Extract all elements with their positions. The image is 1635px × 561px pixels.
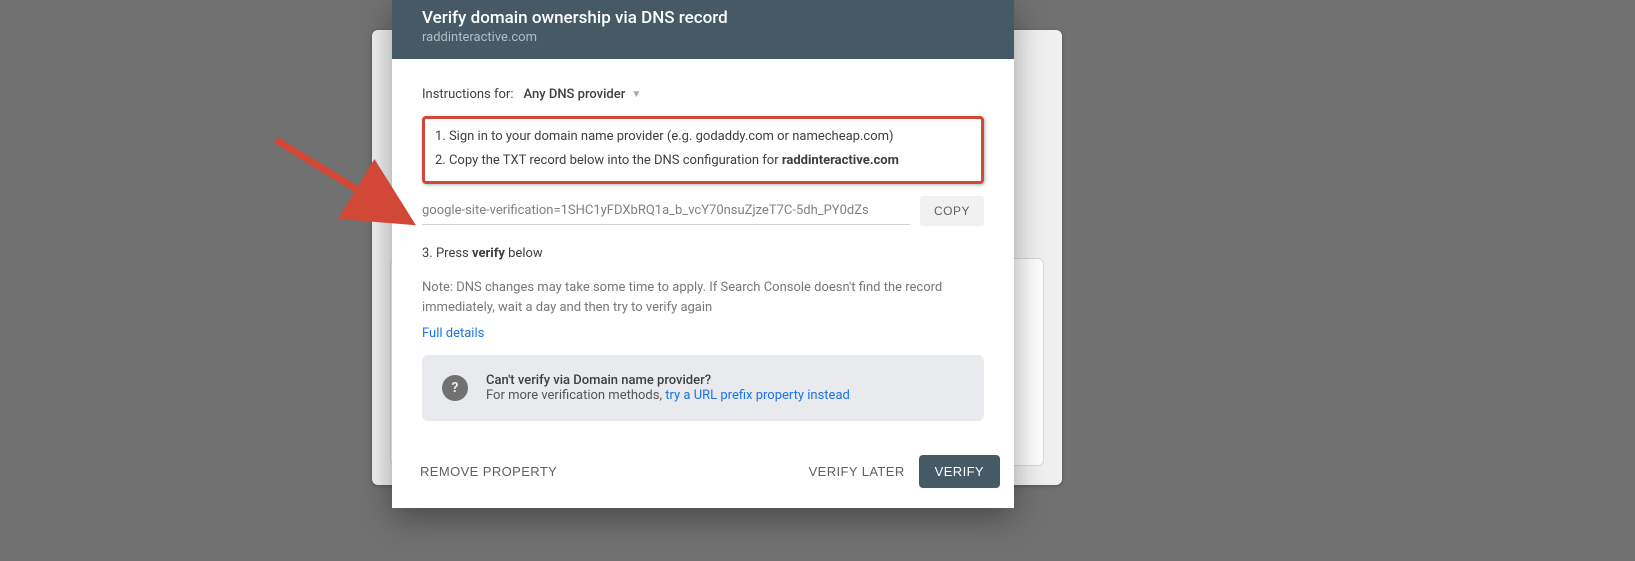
dialog-title: Verify domain ownership via DNS record [422,8,984,28]
alternate-text: Can't verify via Domain name provider? F… [486,373,850,403]
dialog-domain: raddinteractive.com [422,30,984,45]
remove-property-button[interactable]: REMOVE PROPERTY [406,456,571,487]
step-2-prefix: 2. Copy the TXT record below into the DN… [435,153,782,168]
verify-later-button[interactable]: VERIFY LATER [795,456,919,487]
instructions-highlight-box: 1. Sign in to your domain name provider … [422,116,984,184]
txt-record-row: COPY [422,196,984,226]
step-1: 1. Sign in to your domain name provider … [435,125,971,149]
alternate-title: Can't verify via Domain name provider? [486,373,850,388]
verify-button[interactable]: VERIFY [919,455,1000,488]
chevron-down-icon: ▼ [631,89,641,100]
txt-record-input[interactable] [422,197,910,225]
dns-provider-value: Any DNS provider [523,87,625,102]
step-3-bold: verify [472,246,505,261]
alternate-sub: For more verification methods, try a URL… [486,388,850,403]
dns-note: Note: DNS changes may take some time to … [422,278,984,318]
help-icon: ? [442,375,468,401]
instructions-for-row: Instructions for: Any DNS provider ▼ [422,87,984,102]
instructions-label: Instructions for: [422,87,513,102]
alternate-verify-box: ? Can't verify via Domain name provider?… [422,355,984,421]
dialog-header: Verify domain ownership via DNS record r… [392,0,1014,59]
copy-button[interactable]: COPY [920,196,984,226]
dns-provider-dropdown[interactable]: Any DNS provider ▼ [523,87,641,102]
dialog-footer: REMOVE PROPERTY VERIFY LATER VERIFY [392,435,1014,508]
dialog-body: Instructions for: Any DNS provider ▼ 1. … [392,59,1014,435]
url-prefix-link[interactable]: try a URL prefix property instead [665,388,850,403]
alternate-sub-prefix: For more verification methods, [486,388,665,403]
step-2-domain: raddinteractive.com [782,153,899,168]
step-3-suffix: below [505,246,543,261]
verify-dialog: Verify domain ownership via DNS record r… [392,0,1014,508]
step-3: 3. Press verify below [422,242,984,266]
step-2: 2. Copy the TXT record below into the DN… [435,149,971,173]
full-details-link[interactable]: Full details [422,326,484,341]
step-3-prefix: 3. Press [422,246,472,261]
